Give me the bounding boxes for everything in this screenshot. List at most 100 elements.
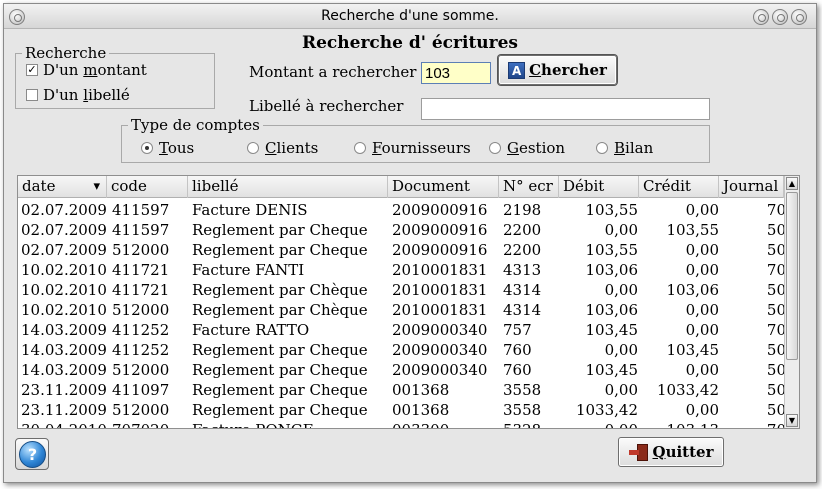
table-row[interactable]: 02.07.2009 411597 Facture DENIS 2009000916 2…	[18, 200, 786, 220]
radio-gestion-label: Gestion	[507, 139, 566, 157]
table-row[interactable]: 14.03.2009 411252 Facture RATTO 2009000340 7…	[18, 320, 786, 340]
cell-debit: 103,55	[585, 241, 639, 259]
cell-num-ecr: 3558	[503, 381, 542, 399]
column-header-credit[interactable]: Crédit	[639, 176, 719, 198]
cell-credit: 0,00	[685, 201, 719, 219]
page-title: Recherche d' écritures	[301, 33, 519, 53]
quit-button[interactable]: Quitter	[618, 437, 724, 467]
cell-journal: 50	[766, 241, 786, 259]
minimize-button[interactable]	[753, 9, 769, 25]
cell-debit: 103,06	[585, 301, 639, 319]
cell-document: 2009000916	[392, 201, 488, 219]
cell-code: 411252	[112, 321, 170, 339]
cell-debit: 0,00	[604, 281, 638, 299]
radio-clients[interactable]: Clients	[247, 139, 318, 157]
amount-mode-checkbox[interactable]: ✓ D'un montant	[26, 61, 147, 79]
close-button[interactable]	[791, 9, 807, 25]
cell-libelle: Reglement par Chèque	[192, 301, 368, 319]
title-bar[interactable]: Recherche d'une somme.	[4, 4, 816, 29]
window-title: Recherche d'une somme.	[321, 8, 499, 24]
table-row[interactable]: 23.11.2009 512000 Reglement par Cheque 0013…	[18, 400, 786, 420]
label-search-input[interactable]	[421, 98, 710, 120]
cell-credit: 0,00	[685, 301, 719, 319]
cell-code: 411252	[112, 341, 170, 359]
table-row[interactable]: 23.11.2009 411097 Reglement par Cheque 0013…	[18, 380, 786, 400]
cell-code: 411097	[112, 381, 170, 399]
cell-code: 512000	[112, 301, 170, 319]
cell-libelle: Reglement par Cheque	[192, 241, 368, 259]
cell-libelle: Reglement par Cheque	[192, 381, 368, 399]
search-icon: A	[508, 61, 526, 79]
cell-libelle: Reglement par Chèque	[192, 281, 368, 299]
cell-credit: 0,00	[685, 361, 719, 379]
label-mode-check-icon	[26, 89, 38, 101]
results-table[interactable]: date ▾ code libellé Document N° ecr Débi…	[17, 175, 800, 429]
amount-label: Montant a rechercher	[249, 63, 417, 81]
column-header-date[interactable]: date ▾	[18, 176, 107, 198]
table-row[interactable]: 10.02.2010 411721 Reglement par Chèque 2010…	[18, 280, 786, 300]
cell-libelle: Reglement par Cheque	[192, 341, 368, 359]
cell-code: 707020	[112, 420, 188, 428]
cell-libelle: Facture PONGE	[192, 420, 388, 428]
cell-code: 512000	[112, 401, 170, 419]
radio-bilan-dot	[596, 142, 608, 154]
cell-credit: 103,45	[666, 341, 720, 359]
radio-fournisseurs[interactable]: Fournisseurs	[354, 139, 471, 157]
scroll-down-icon[interactable]: ▼	[786, 414, 798, 427]
radio-bilan[interactable]: Bilan	[596, 139, 653, 157]
cell-code: 512000	[112, 361, 170, 379]
table-row[interactable]: 02.07.2009 411597 Reglement par Cheque 2009…	[18, 220, 786, 240]
column-header-num-ecr[interactable]: N° ecr	[499, 176, 559, 198]
help-button[interactable]	[15, 438, 49, 470]
cell-credit: 0,00	[685, 401, 719, 419]
column-header-debit[interactable]: Débit	[559, 176, 639, 198]
cell-libelle: Reglement par Cheque	[192, 401, 368, 419]
cell-libelle: Facture DENIS	[192, 201, 308, 219]
table-row[interactable]: 10.02.2010 411721 Facture FANTI 2010001831 4…	[18, 260, 786, 280]
cell-document: 2010001831	[392, 281, 488, 299]
cell-document: 2010001831	[392, 301, 488, 319]
column-header-document[interactable]: Document	[388, 176, 499, 198]
table-row[interactable]: 30.04.2010 707020 Facture PONGE 003300 5328 0…	[18, 420, 786, 428]
cell-debit: 0,00	[604, 341, 638, 359]
cell-num-ecr: 2200	[503, 221, 542, 239]
cell-document: 2009000916	[392, 241, 488, 259]
table-row[interactable]: 02.07.2009 512000 Reglement par Cheque 2009…	[18, 240, 786, 260]
table-scrollbar[interactable]: ▲ ▼	[784, 176, 799, 428]
radio-tous-label: Tous	[159, 139, 195, 157]
search-mode-group: Recherche ✓ D'un montant D'un libellé	[15, 44, 215, 109]
table-body: 02.07.2009 411597 Facture DENIS 2009000916 2…	[18, 200, 786, 428]
cell-credit: 103,13	[643, 420, 720, 428]
app-window: Recherche d'une somme. Recherche d' écri…	[3, 3, 817, 483]
label-mode-checkbox[interactable]: D'un libellé	[26, 86, 130, 104]
table-row[interactable]: 10.02.2010 512000 Reglement par Chèque 2010…	[18, 300, 786, 320]
table-row[interactable]: 14.03.2009 411252 Reglement par Cheque 2009…	[18, 340, 786, 360]
cell-document: 2009000340	[392, 341, 488, 359]
cell-debit: 0,00	[563, 420, 638, 428]
window-menu-button[interactable]	[9, 9, 25, 25]
search-button[interactable]: A Chercher	[498, 55, 617, 85]
scrollbar-thumb[interactable]	[786, 192, 798, 360]
sort-chevron-icon: ▾	[93, 179, 100, 194]
radio-clients-dot	[247, 142, 259, 154]
cell-code: 411597	[112, 221, 170, 239]
cell-credit: 103,06	[666, 281, 720, 299]
radio-gestion[interactable]: Gestion	[489, 139, 565, 157]
scroll-up-icon[interactable]: ▲	[786, 177, 798, 190]
label-search-label: Libellé à rechercher	[249, 97, 404, 115]
maximize-button[interactable]	[772, 9, 788, 25]
cell-date: 23.11.2009	[21, 401, 107, 419]
radio-tous[interactable]: Tous	[141, 139, 194, 157]
table-row[interactable]: 14.03.2009 512000 Reglement par Cheque 2009…	[18, 360, 786, 380]
column-header-journal[interactable]: Journal	[719, 176, 784, 198]
cell-num-ecr: 2198	[503, 201, 542, 219]
cell-journal: 70	[766, 201, 786, 219]
column-header-code[interactable]: code	[107, 176, 188, 198]
radio-bilan-label: Bilan	[614, 139, 654, 157]
cell-date: 10.02.2010	[21, 281, 107, 299]
help-globe-icon	[19, 441, 46, 468]
amount-input[interactable]	[421, 62, 491, 84]
cell-debit: 103,06	[585, 261, 639, 279]
column-header-libelle[interactable]: libellé	[188, 176, 388, 198]
cell-num-ecr: 4314	[503, 281, 542, 299]
